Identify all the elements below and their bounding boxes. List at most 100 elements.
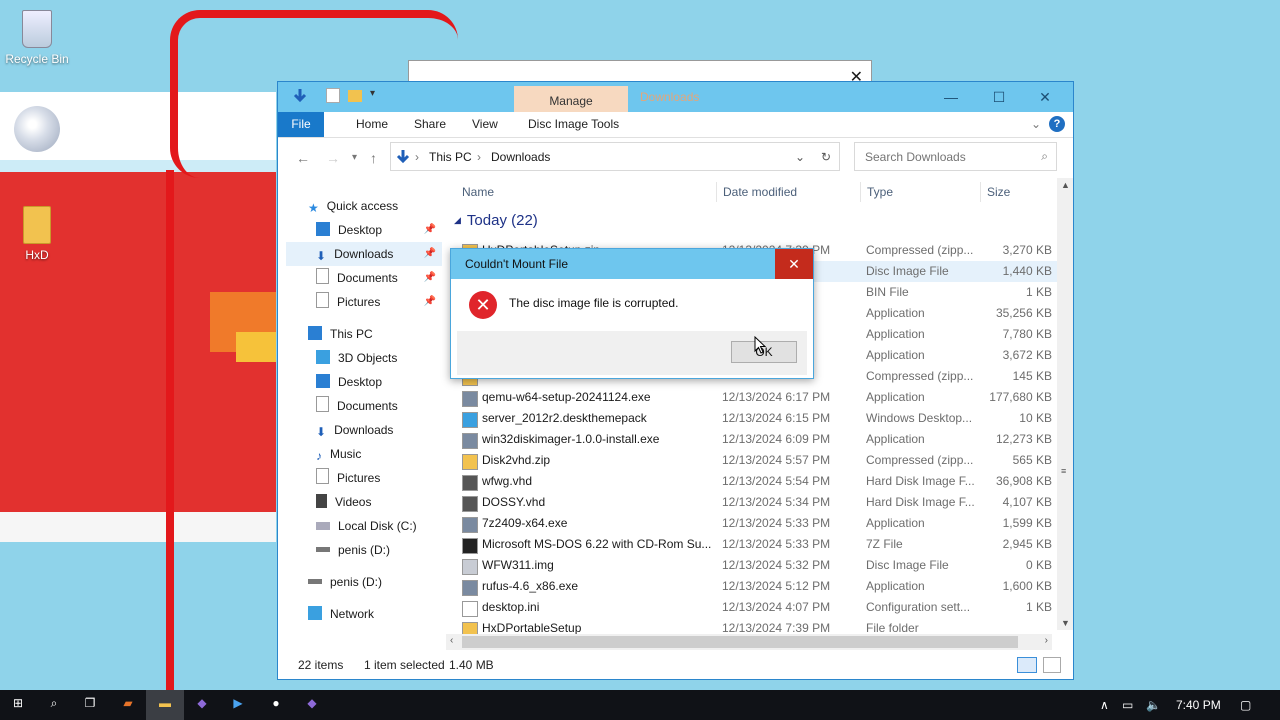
nav-this-pc[interactable]: This PC [308,322,373,346]
file-date: 12/13/2024 5:54 PM [722,474,831,488]
file-row[interactable]: WFW311.img 12/13/2024 5:32 PM Disc Image F… [460,555,1060,576]
desktop-icon-disc[interactable] [2,106,72,156]
scroll-left-icon[interactable]: ‹ [450,635,453,646]
title-bar: ▾ Manage Downloads — ☐ ✕ [278,82,1073,112]
maximize-button[interactable]: ☐ [977,82,1021,112]
app-icon[interactable]: ▰ [118,696,138,714]
column-date-modified[interactable]: Date modified [723,180,797,204]
column-size[interactable]: Size [987,180,1010,204]
large-icons-view-icon[interactable] [1043,657,1061,673]
search-icon[interactable]: ⌕ [1041,149,1048,164]
disc-icon[interactable]: ● [266,696,286,714]
powershell-icon[interactable]: ▶ [228,696,248,714]
tab-share[interactable]: Share [402,112,458,137]
vertical-scrollbar[interactable]: ▲ ≡ ▼ [1057,178,1073,630]
clock[interactable]: 7:40 PM [1176,698,1221,712]
file-row[interactable]: wfwg.vhd 12/13/2024 5:54 PM Hard Disk Imag… [460,471,1060,492]
nav-3d-objects[interactable]: 3D Objects [316,346,397,370]
volume-icon[interactable]: 🔈 [1146,698,1161,712]
document-icon [316,396,329,412]
details-view-icon[interactable] [1017,657,1037,673]
task-view-icon[interactable]: ❐ [80,696,100,714]
nav-network[interactable]: Network [308,602,374,626]
search-icon[interactable]: ⌕ [44,696,64,714]
tab-disc-image-tools[interactable]: Disc Image Tools [516,112,631,137]
minimize-button[interactable]: — [929,82,973,112]
nav-pc-downloads[interactable]: ⬇ Downloads [316,418,393,442]
forward-arrow-icon[interactable]: → [326,150,340,166]
scroll-thumb[interactable] [462,636,1018,648]
recent-locations-icon[interactable]: ▾ [352,152,357,163]
tab-file[interactable]: File [278,112,324,137]
desktop-icon [316,222,330,236]
breadcrumb-this-pc[interactable]: This PC [429,150,472,164]
item-count: 22 items [298,658,344,672]
file-size: 1,440 KB [1002,264,1052,278]
properties-icon[interactable] [326,88,340,103]
nav-local-disk-c[interactable]: Local Disk (C:) [316,514,417,538]
desktop-icon-recycle-bin[interactable]: Recycle Bin [2,10,72,66]
visual-studio-icon[interactable]: ◆ [192,696,212,714]
file-size: 1,600 KB [1002,579,1052,593]
file-row[interactable]: Microsoft MS-DOS 6.22 with CD-Rom Su... 1… [460,534,1060,555]
nav-videos[interactable]: Videos [316,490,371,514]
show-hidden-icons[interactable]: ∧ [1100,698,1109,712]
horizontal-scrollbar[interactable]: ‹ › [446,634,1052,650]
file-size: 0 KB [1025,558,1052,572]
nav-downloads[interactable]: ⬇ Downloads 📌 [286,242,442,266]
downloads-folder-icon [396,150,410,164]
file-row[interactable]: rufus-4.6_x86.exe 12/13/2024 5:12 PM Appli… [460,576,1060,597]
breadcrumb-downloads[interactable]: Downloads [491,150,550,164]
up-arrow-icon[interactable]: ↑ [370,150,377,166]
nav-pc-pictures[interactable]: Pictures [316,466,380,490]
search-input[interactable] [863,149,1027,165]
nav-pc-desktop[interactable]: Desktop [316,370,382,394]
tab-home[interactable]: Home [344,112,400,137]
nav-desktop[interactable]: Desktop 📌 [316,218,442,242]
address-bar[interactable]: › This PC › Downloads ⌄ ↻ [390,142,840,171]
nav-documents[interactable]: Documents 📌 [316,266,442,290]
close-button[interactable]: ✕ [1023,82,1067,112]
nav-drive-d-root[interactable]: penis (D:) [308,570,382,594]
file-row[interactable]: desktop.ini 12/13/2024 4:07 PM Configurati… [460,597,1060,618]
file-row[interactable]: DOSSY.vhd 12/13/2024 5:34 PM Hard Disk Ima… [460,492,1060,513]
star-icon: ★ [308,201,319,215]
scroll-thumb-grip[interactable]: ≡ [1061,466,1066,476]
nav-music[interactable]: ♪ Music [316,442,361,466]
file-row[interactable]: server_2012r2.deskthemepack 12/13/2024 6:… [460,408,1060,429]
file-row[interactable]: Disk2vhd.zip 12/13/2024 5:57 PM Compressed… [460,450,1060,471]
file-name: Disk2vhd.zip [482,453,551,467]
scroll-down-icon[interactable]: ▼ [1061,618,1070,628]
group-header-today[interactable]: ◢ Today (22) [454,212,538,229]
file-explorer-icon[interactable]: ▬ [155,696,175,714]
search-box[interactable]: ⌕ [854,142,1057,171]
dialog-close-button[interactable]: ✕ [775,249,813,279]
file-row[interactable]: win32diskimager-1.0.0-install.exe 12/13/2… [460,429,1060,450]
collapse-icon: ◢ [454,215,461,225]
nav-drive-d[interactable]: penis (D:) [316,538,390,562]
tab-view[interactable]: View [460,112,510,137]
nav-pc-documents[interactable]: Documents [316,394,398,418]
app-icon[interactable]: ◆ [302,696,322,714]
desktop-icon-hxd[interactable]: HxD [2,206,72,262]
column-type[interactable]: Type [867,180,893,204]
nav-quick-access[interactable]: ★ Quick access [308,194,458,218]
network-icon[interactable]: ▭ [1122,698,1133,712]
column-name[interactable]: Name [462,180,494,204]
manage-context-tab[interactable]: Manage [514,86,628,112]
network-icon [308,606,322,620]
new-folder-icon[interactable] [348,90,362,102]
notifications-icon[interactable]: ▢ [1240,698,1251,712]
customize-toolbar-icon[interactable]: ▾ [370,88,386,104]
refresh-icon[interactable]: ↻ [821,150,831,164]
back-arrow-icon[interactable]: ← [296,150,310,166]
address-dropdown-icon[interactable]: ⌄ [795,150,805,164]
windows-start-icon[interactable]: ⊞ [8,696,28,714]
file-row[interactable]: qemu-w64-setup-20241124.exe 12/13/2024 6:… [460,387,1060,408]
nav-pictures[interactable]: Pictures 📌 [316,290,442,314]
scroll-up-icon[interactable]: ▲ [1061,180,1070,190]
help-icon[interactable]: ? [1049,116,1065,132]
scroll-right-icon[interactable]: › [1045,635,1048,646]
file-row[interactable]: 7z2409-x64.exe 12/13/2024 5:33 PM Applicat… [460,513,1060,534]
expand-ribbon-icon[interactable]: ⌄ [1031,117,1041,131]
